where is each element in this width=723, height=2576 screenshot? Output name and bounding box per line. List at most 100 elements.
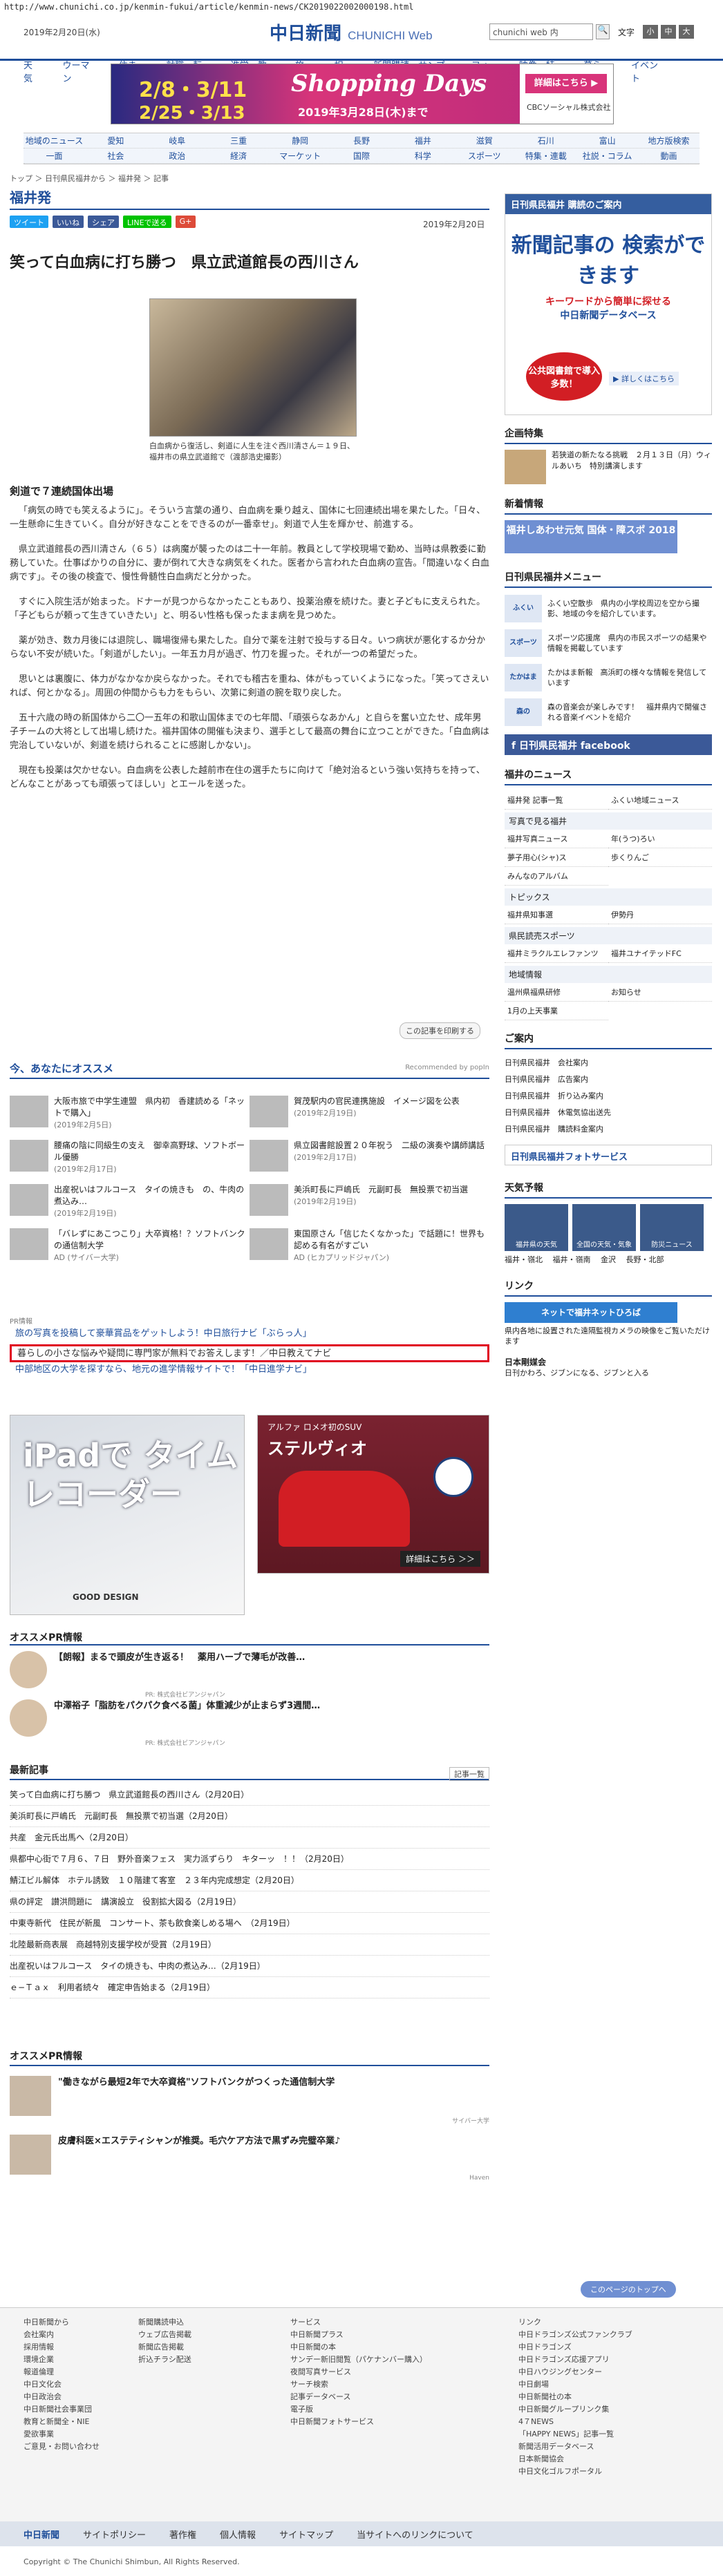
gnav-item[interactable]: イベント — [631, 58, 665, 84]
footer-bar-link[interactable]: 当サイトへのリンクについて — [357, 2528, 473, 2541]
kenmin-subscribe-link[interactable]: 日刊県民福井 購読のご案内 — [505, 194, 711, 214]
db-detail-link[interactable]: ▶ 詳しくはこちら — [609, 372, 679, 385]
weather-link[interactable]: 金沢 — [601, 1255, 616, 1264]
database-ad[interactable]: 新聞記事の 検索ができます キーワードから簡単に探せる 中日新聞データベース 公… — [505, 214, 711, 414]
footer-link[interactable]: 中日ドラゴンズ — [518, 2341, 712, 2354]
category-nav-item[interactable]: 国際 — [331, 150, 393, 162]
fukui-news-link[interactable]: ふくい地域ニュース — [608, 791, 712, 810]
sports-link[interactable]: 福井ユナイテッドFC — [608, 944, 712, 963]
footer-bar-link[interactable]: 個人情報 — [220, 2528, 256, 2541]
menu-item[interactable]: 森の 森の音楽会が楽しみです！ 福井県内で開催される音楽イベントを紹介 — [505, 698, 712, 726]
footer-link[interactable]: 中日ドラゴンズ公式ファンクラブ — [518, 2329, 712, 2341]
guide-link[interactable]: 日刊県民福井 折り込み案内 — [505, 1088, 712, 1105]
font-small-button[interactable]: 小 — [643, 25, 658, 39]
recommend-item[interactable]: 大阪市旅で中学生連盟 県内初 香建読める「ネットで購入」 (2019年2月5日) — [10, 1096, 250, 1132]
weather-tile[interactable]: 防災ニュース — [640, 1204, 704, 1251]
category-nav-item[interactable]: マーケット — [270, 150, 331, 162]
weather-link[interactable]: 福井・嶺南 — [553, 1255, 591, 1264]
footer-link[interactable]: 中日ハウジングセンター — [518, 2366, 712, 2378]
local-link[interactable]: 温州県福県研修 — [505, 983, 608, 1002]
sports-link[interactable]: 福井ミラクルエレファンツ — [505, 944, 608, 963]
menu-item[interactable]: たかはま たかはま新報 高浜町の様々な情報を発信しています — [505, 664, 712, 691]
footer-link[interactable]: 中日新聞社の本 — [518, 2391, 712, 2403]
region-nav-item[interactable]: 静岡 — [270, 135, 331, 146]
photo-link[interactable]: 福井写真ニュース — [505, 830, 608, 848]
ipad-ad[interactable]: iPadで タイム レコーダー GOOD DESIGN — [10, 1415, 245, 1615]
font-large-button[interactable]: 大 — [679, 25, 694, 39]
footer-link[interactable]: 中日新聞プラス — [290, 2329, 484, 2341]
category-nav-item[interactable]: 科学 — [392, 150, 453, 162]
page-top-button[interactable]: このページのトップへ — [581, 2281, 676, 2298]
share-button[interactable]: シェア — [88, 216, 119, 228]
footer-link[interactable]: 新聞広告掲載 — [138, 2341, 290, 2354]
nihon-link[interactable]: 日本剛媒会 — [505, 1356, 712, 1368]
pr-link[interactable]: 中部地区の大学を探すなら、地元の進学情報サイトで！「中日進学ナビ」 — [10, 1362, 489, 1380]
photo-link[interactable]: 歩くりんご — [608, 848, 712, 867]
weather-tile[interactable]: 福井県の天気 — [505, 1204, 568, 1251]
news-item[interactable]: 県の評定 讃洪問題に 講演設立 役割拡大図る（2月19日） — [10, 1891, 489, 1913]
footer-link[interactable]: 日本新聞協会 — [518, 2453, 712, 2465]
pr-item[interactable]: 皮膚科医×エステティシャンが推奨。毛穴ケア方法で黒ずみ完璧卒業♪ — [10, 2135, 489, 2175]
tweet-button[interactable]: ツイート — [10, 216, 48, 228]
footer-link[interactable]: サーチ検索 — [290, 2378, 484, 2391]
recommend-item[interactable]: 県立図書館設置２０年祝う 二級の演奏や講師講話 (2019年2月17日) — [250, 1140, 489, 1176]
footer-link[interactable]: 記事データベース — [290, 2391, 484, 2403]
weather-link[interactable]: 長野・北部 — [626, 1255, 664, 1264]
breadcrumb[interactable]: トップ ＞ 日刊県民福井から ＞ 福井発 ＞ 記事 — [10, 173, 169, 184]
banner-detail-button[interactable]: 詳細はこちら ▶ — [525, 74, 607, 93]
region-nav-item[interactable]: 地方版検索 — [638, 135, 699, 146]
article-list-button[interactable]: 記事一覧 — [449, 1767, 489, 1781]
news-item[interactable]: 北陸最新商表展 商越特別支援学校が受賞（2月19日） — [10, 1934, 489, 1956]
gnav-item[interactable]: 天気 — [24, 58, 41, 84]
fukui-news-link[interactable]: 福井発 記事一覧 — [505, 791, 608, 810]
footer-link[interactable]: 4７NEWS — [518, 2416, 712, 2428]
news-item[interactable]: 共産 金元氏出馬へ（2月20日） — [10, 1827, 489, 1849]
topic-link[interactable]: 福井県知事選 — [505, 906, 608, 924]
car-ad[interactable]: アルファ ロメオ初のSUV ステルヴィオ 詳細はこちら ＞＞ — [257, 1415, 489, 1574]
category-nav-item[interactable]: 社説・コラム — [576, 150, 638, 162]
footer-link[interactable]: 新聞活用データベース — [518, 2441, 712, 2453]
footer-bar-link[interactable]: サイトポリシー — [83, 2528, 146, 2541]
category-nav-item[interactable]: スポーツ — [453, 150, 515, 162]
footer-link[interactable]: ご意見・お問い合わせ — [24, 2441, 176, 2453]
footer-link[interactable]: 新聞購読申込 — [138, 2316, 290, 2329]
fukui-net-banner[interactable]: ネットで福井ネットひろば — [505, 1302, 677, 1323]
footer-link[interactable]: 教育と新聞全・NIE — [24, 2416, 176, 2428]
pr-item[interactable]: "働きながら最短2年で大卒資格"ソフトバンクがつくった通信制大学 — [10, 2076, 489, 2116]
footer-link[interactable]: 中日新聞グループリンク集 — [518, 2403, 712, 2416]
photo-service-link[interactable]: 日刊県民福井フォトサービス — [505, 1145, 712, 1165]
print-article-button[interactable]: この記事を印刷する — [400, 1022, 480, 1039]
region-nav-item[interactable]: 富山 — [576, 135, 638, 146]
region-nav-item[interactable]: 福井 — [392, 135, 453, 146]
footer-link[interactable]: 愛欲事業 — [24, 2428, 176, 2441]
photo-link[interactable]: 年(うつ)ろい — [608, 830, 712, 848]
guide-link[interactable]: 日刊県民福井 広告案内 — [505, 1071, 712, 1088]
like-button[interactable]: いいね — [53, 216, 84, 228]
footer-link[interactable]: 中日政治会 — [24, 2391, 176, 2403]
footer-link[interactable]: 中日文化ゴルフポータル — [518, 2465, 712, 2478]
footer-link[interactable]: 折込チラシ配送 — [138, 2354, 290, 2366]
facebook-link[interactable]: f 日刊県民福井 facebook — [505, 734, 712, 755]
footer-link[interactable]: 中日新聞フォトサービス — [290, 2416, 484, 2428]
recommend-provider[interactable]: Recommended by popIn — [405, 1064, 489, 1071]
recommend-item[interactable]: 美浜町長に戸嶋氏 元副町長 無投票で初当選 (2019年2月19日) — [250, 1184, 489, 1220]
category-nav-item[interactable]: 特集・連載 — [515, 150, 576, 162]
menu-item[interactable]: スポーツ スポーツ応援席 県内の市民スポーツの結果や情報を掲載しています — [505, 629, 712, 657]
search-icon[interactable]: 🔍 — [596, 24, 610, 39]
category-nav-item[interactable]: 社会 — [85, 150, 147, 162]
weather-tile[interactable]: 全国の天気・気象 — [572, 1204, 636, 1251]
footer-link[interactable]: 中日新聞の本 — [290, 2341, 484, 2354]
category-nav-item[interactable]: 一面 — [24, 150, 85, 162]
region-nav-item[interactable]: 滋賀 — [453, 135, 515, 146]
news-item[interactable]: ｅ−Ｔａｘ 利用者続々 確定申告始まる（2月19日） — [10, 1977, 489, 1998]
gnav-item[interactable]: ウーマン — [63, 58, 97, 84]
site-logo[interactable]: 中日新聞 CHUNICHI Web — [270, 19, 433, 45]
local-link[interactable]: 1月の上天事業 — [505, 1002, 608, 1020]
footer-link[interactable]: 「HAPPY NEWS」記事一覧 — [518, 2428, 712, 2441]
footer-link[interactable]: 中日ドラゴンズ応援アプリ — [518, 2354, 712, 2366]
region-nav-item[interactable]: 愛知 — [85, 135, 147, 146]
footer-link[interactable]: 中日新聞社会事業団 — [24, 2403, 176, 2416]
weather-link[interactable]: 福井・嶺北 — [505, 1255, 543, 1264]
guide-link[interactable]: 日刊県民福井 購読料金案内 — [505, 1121, 712, 1138]
gplus-button[interactable]: G+ — [175, 216, 196, 228]
